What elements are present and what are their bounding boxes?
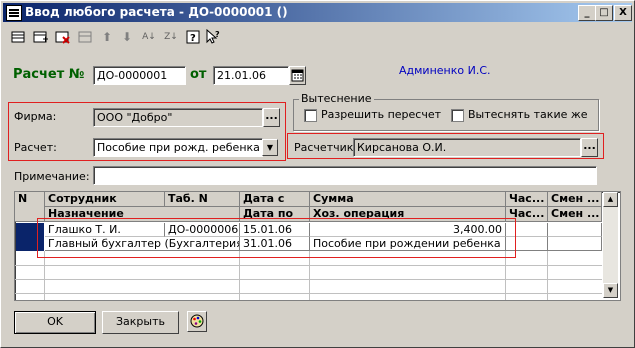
palette-icon bbox=[190, 314, 204, 328]
author-name: Админенко И.С. bbox=[399, 64, 491, 77]
col-header-sum[interactable]: Сумма bbox=[310, 192, 506, 207]
number-label: Расчет № bbox=[13, 67, 85, 82]
firm-label: Фирма: bbox=[14, 110, 57, 123]
highlight-rows bbox=[37, 218, 516, 258]
scroll-up-icon[interactable]: ▲ bbox=[603, 192, 618, 207]
context-help-icon[interactable]: ? bbox=[205, 28, 221, 45]
grid-vline bbox=[547, 251, 548, 300]
firm-select-button[interactable]: ... bbox=[263, 108, 280, 127]
minimize-button[interactable]: _ bbox=[578, 5, 596, 21]
date-label: от bbox=[190, 67, 207, 82]
document-icon bbox=[6, 5, 22, 21]
palette-button[interactable] bbox=[187, 311, 207, 332]
add-row-icon[interactable] bbox=[11, 29, 27, 45]
displacement-title: Вытеснение bbox=[299, 92, 374, 105]
col-header-employee[interactable]: Сотрудник bbox=[45, 192, 165, 207]
calculator-select-button[interactable]: ... bbox=[581, 138, 598, 157]
number-field[interactable]: ДО-0000001 bbox=[93, 66, 186, 85]
grid-vline bbox=[309, 251, 310, 300]
col-header-shifts-2[interactable]: Смен ... bbox=[548, 207, 602, 222]
displace-same-label: Вытеснять такие же bbox=[468, 108, 588, 121]
window-title: Ввод любого расчета - ДО-0000001 () bbox=[25, 5, 288, 19]
calendar-icon bbox=[291, 69, 304, 82]
sort-desc-icon[interactable]: Z↓ bbox=[163, 29, 179, 45]
svg-text:?: ? bbox=[190, 33, 196, 44]
title-bar[interactable]: Ввод любого расчета - ДО-0000001 () _ □ … bbox=[3, 3, 632, 22]
help-icon[interactable]: ? bbox=[185, 29, 201, 45]
add-copy-icon[interactable] bbox=[33, 29, 49, 45]
grid-vline bbox=[505, 251, 506, 300]
data-grid[interactable]: N Сотрудник Таб. N Дата с Сумма Час... С… bbox=[14, 191, 621, 301]
vertical-scrollbar[interactable]: ▲ ▼ bbox=[603, 192, 618, 298]
displace-same-checkbox[interactable] bbox=[451, 109, 464, 122]
svg-text:?: ? bbox=[215, 30, 220, 39]
scroll-down-icon[interactable]: ▼ bbox=[603, 283, 618, 298]
firm-field[interactable]: ООО "Добро" bbox=[93, 108, 263, 127]
close-button[interactable]: Закрыть bbox=[102, 311, 179, 334]
move-up-icon[interactable]: ⬆ bbox=[99, 29, 115, 45]
delete-row-icon[interactable] bbox=[55, 29, 71, 45]
chevron-down-icon[interactable]: ▼ bbox=[262, 139, 278, 156]
edit-row-icon[interactable] bbox=[77, 29, 93, 45]
calculator-label: Расчетчик: bbox=[294, 141, 358, 154]
col-header-tab[interactable]: Таб. N bbox=[165, 192, 240, 207]
move-down-icon[interactable]: ⬇ bbox=[119, 29, 135, 45]
col-header-date-from[interactable]: Дата с bbox=[240, 192, 310, 207]
dialog-window: Ввод любого расчета - ДО-0000001 () _ □ … bbox=[0, 0, 635, 348]
note-field[interactable] bbox=[93, 166, 597, 185]
allow-recalc-label: Разрешить пересчет bbox=[321, 108, 442, 121]
grid-vline bbox=[44, 251, 45, 300]
note-label: Примечание: bbox=[14, 170, 90, 183]
calculator-field[interactable]: Кирсанова О.И. bbox=[353, 138, 581, 157]
close-window-button[interactable]: X bbox=[614, 5, 632, 21]
calendar-button[interactable] bbox=[289, 66, 306, 85]
calc-label: Расчет: bbox=[14, 141, 57, 154]
maximize-button[interactable]: □ bbox=[595, 5, 613, 21]
sort-asc-icon[interactable]: A↓ bbox=[141, 29, 157, 45]
table-row-shifts-2[interactable] bbox=[548, 237, 602, 251]
allow-recalc-checkbox[interactable] bbox=[304, 109, 317, 122]
ok-button[interactable]: OK bbox=[14, 311, 96, 334]
col-header-shifts[interactable]: Смен ... bbox=[548, 192, 602, 207]
calc-select[interactable]: Пособие при рожд. ребенка bbox=[93, 138, 263, 157]
col-header-hours[interactable]: Час... bbox=[506, 192, 548, 207]
date-field[interactable]: 21.01.06 bbox=[213, 66, 289, 85]
table-row-shifts[interactable] bbox=[548, 223, 602, 237]
grid-vline bbox=[239, 251, 240, 300]
